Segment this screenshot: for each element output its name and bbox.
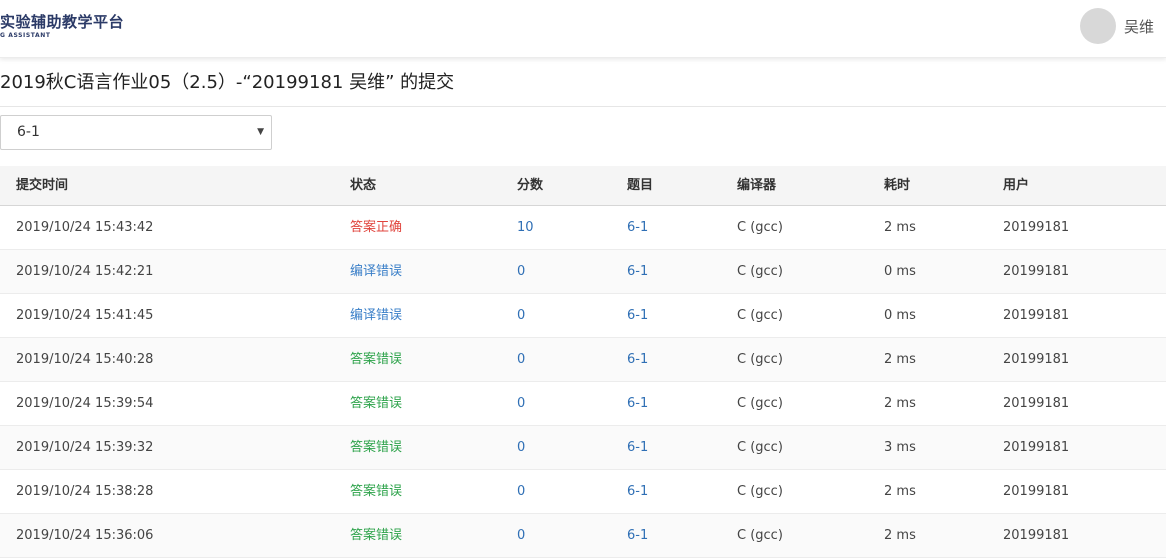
logo-subtitle: G ASSISTANT (0, 32, 51, 39)
username[interactable]: 吴维 (1124, 16, 1154, 37)
submission-time: 2019/10/24 15:42:21 (16, 264, 154, 279)
column-header-score: 分数 (517, 178, 544, 193)
submission-user: 20199181 (1003, 440, 1070, 455)
column-header-problem: 题目 (627, 178, 654, 193)
submission-time: 2019/10/24 15:43:42 (16, 220, 154, 235)
submission-elapsed: 2 ms (884, 396, 916, 411)
column-header-elapsed: 耗时 (884, 178, 911, 193)
submission-user: 20199181 (1003, 528, 1070, 543)
problem-select[interactable]: 6-1 ▼ (0, 115, 272, 150)
submission-score: 0 (517, 308, 526, 323)
table-row: 2019/10/24 15:39:54 答案错误 0 6-1 C (gcc) 2 ms 20… (0, 382, 1166, 426)
problem-select-value: 6-1 (17, 124, 40, 140)
submission-elapsed: 2 ms (884, 528, 916, 543)
problem-link[interactable]: 6-1 (627, 338, 648, 382)
submission-user: 20199181 (1003, 352, 1070, 367)
submission-elapsed: 2 ms (884, 352, 916, 367)
problem-link[interactable]: 6-1 (627, 294, 648, 338)
submission-elapsed: 2 ms (884, 484, 916, 499)
table-row: 2019/10/24 15:43:42 答案正确 10 6-1 C (gcc) 2 ms 2… (0, 206, 1166, 250)
submission-elapsed: 3 ms (884, 440, 916, 455)
table-row: 2019/10/24 15:42:21 编译错误 0 6-1 C (gcc) 0 ms 20… (0, 250, 1166, 294)
column-header-time: 提交时间 (16, 178, 69, 193)
submission-compiler: C (gcc) (737, 308, 783, 323)
submission-status-link[interactable]: 编译错误 (350, 250, 402, 294)
submission-user: 20199181 (1003, 484, 1070, 499)
table-row: 2019/10/24 15:40:28 答案错误 0 6-1 C (gcc) 2 ms 20… (0, 338, 1166, 382)
submission-elapsed: 0 ms (884, 308, 916, 323)
submission-compiler: C (gcc) (737, 440, 783, 455)
submission-time: 2019/10/24 15:39:32 (16, 440, 154, 455)
submission-user: 20199181 (1003, 396, 1070, 411)
top-navbar: 实验辅助教学平台 G ASSISTANT 吴维 (0, 0, 1166, 58)
submission-user: 20199181 (1003, 264, 1070, 279)
submission-time: 2019/10/24 15:41:45 (16, 308, 154, 323)
submission-user: 20199181 (1003, 220, 1070, 235)
table-row: 2019/10/24 15:39:32 答案错误 0 6-1 C (gcc) 3 ms 20… (0, 426, 1166, 470)
submission-time: 2019/10/24 15:38:28 (16, 484, 154, 499)
table-row: 2019/10/24 15:41:45 编译错误 0 6-1 C (gcc) 0 ms 20… (0, 294, 1166, 338)
submission-time: 2019/10/24 15:39:54 (16, 396, 154, 411)
column-header-status: 状态 (350, 178, 377, 193)
submission-time: 2019/10/24 15:40:28 (16, 352, 154, 367)
submission-user: 20199181 (1003, 308, 1070, 323)
table-body: 2019/10/24 15:43:42 答案正确 10 6-1 C (gcc) 2 ms 2… (0, 206, 1166, 558)
submission-compiler: C (gcc) (737, 484, 783, 499)
submission-status-link[interactable]: 答案错误 (350, 470, 402, 514)
table-header: 提交时间 状态 分数 题目 编译器 耗时 用户 (0, 166, 1166, 206)
submission-status-link[interactable]: 编译错误 (350, 294, 402, 338)
column-header-user: 用户 (1003, 178, 1030, 193)
logo-title: 实验辅助教学平台 (0, 13, 125, 31)
submission-compiler: C (gcc) (737, 264, 783, 279)
submission-score: 0 (517, 484, 526, 499)
problem-link[interactable]: 6-1 (627, 470, 648, 514)
caret-down-icon: ▼ (257, 127, 264, 137)
submission-elapsed: 0 ms (884, 264, 916, 279)
submission-status-link[interactable]: 答案错误 (350, 426, 402, 470)
table-row: 2019/10/24 15:36:06 答案错误 0 6-1 C (gcc) 2 ms 20… (0, 514, 1166, 558)
submission-status-link[interactable]: 答案错误 (350, 514, 402, 558)
submission-score: 10 (517, 220, 534, 235)
submission-compiler: C (gcc) (737, 396, 783, 411)
page-title: 2019秋C语言作业05（2.5）-“20199181 吴维” 的提交 (0, 72, 455, 93)
submission-compiler: C (gcc) (737, 220, 783, 235)
submission-score: 0 (517, 528, 526, 543)
submission-status-link[interactable]: 答案错误 (350, 382, 402, 426)
submission-status-link[interactable]: 答案错误 (350, 338, 402, 382)
problem-link[interactable]: 6-1 (627, 426, 648, 470)
submission-score: 0 (517, 396, 526, 411)
submission-status-link[interactable]: 答案正确 (350, 206, 402, 250)
submission-elapsed: 2 ms (884, 220, 916, 235)
title-divider (0, 106, 1166, 107)
logo[interactable]: 实验辅助教学平台 G ASSISTANT (0, 12, 124, 40)
submission-score: 0 (517, 264, 526, 279)
submission-time: 2019/10/24 15:36:06 (16, 528, 154, 543)
column-header-compiler: 编译器 (737, 178, 777, 193)
problem-link[interactable]: 6-1 (627, 206, 648, 250)
submissions-table: 提交时间 状态 分数 题目 编译器 耗时 用户 2019/10/24 15:43… (0, 166, 1166, 558)
submission-compiler: C (gcc) (737, 528, 783, 543)
submission-compiler: C (gcc) (737, 352, 783, 367)
user-menu[interactable]: 吴维 (1079, 8, 1154, 44)
problem-link[interactable]: 6-1 (627, 514, 648, 558)
problem-link[interactable]: 6-1 (627, 382, 648, 426)
table-row: 2019/10/24 15:38:28 答案错误 0 6-1 C (gcc) 2 ms 20… (0, 470, 1166, 514)
avatar[interactable] (1079, 8, 1116, 44)
submission-score: 0 (517, 440, 526, 455)
problem-link[interactable]: 6-1 (627, 250, 648, 294)
submission-score: 0 (517, 352, 526, 367)
